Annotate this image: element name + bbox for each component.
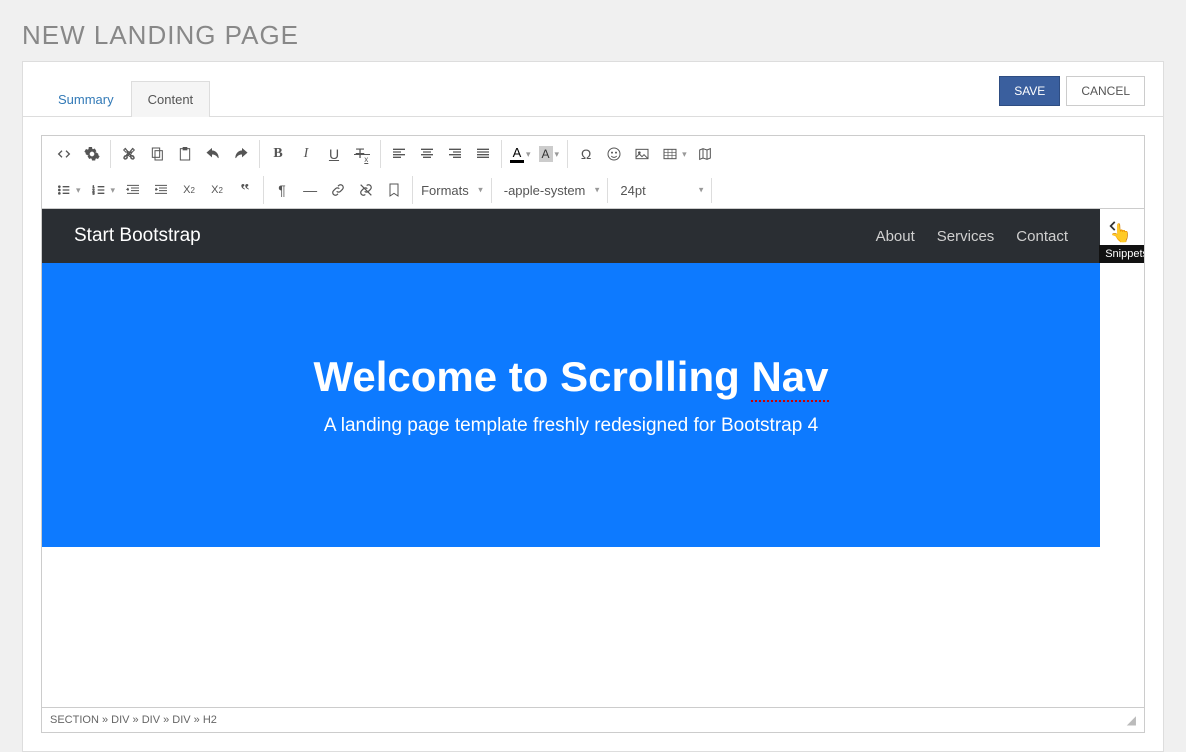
special-char-button[interactable]: Ω [572,140,600,168]
image-button[interactable] [628,140,656,168]
strikethrough-button[interactable]: Tx [348,140,376,168]
underline-button[interactable]: U [320,140,348,168]
bookmark-button[interactable] [380,176,408,204]
action-buttons: SAVE CANCEL [999,76,1145,106]
tabs: Summary Content [41,80,210,116]
element-path-bar: SECTION » DIV » DIV » DIV » H2 ◢ [42,707,1144,732]
align-left-button[interactable] [385,140,413,168]
tab-content[interactable]: Content [131,81,211,117]
paragraph-button[interactable]: ¶ [268,176,296,204]
chevron-left-icon [1106,219,1120,233]
link-button[interactable] [324,176,352,204]
preview-nav-links: About Services Contact [876,228,1068,245]
subscript-button[interactable]: X2 [175,176,203,204]
align-center-button[interactable] [413,140,441,168]
preview-hero-title[interactable]: Welcome to Scrolling Nav [62,353,1080,401]
toolbar: B I U Tx A ▾ A ▾ [42,136,1144,209]
tabs-row: Summary Content SAVE CANCEL [23,62,1163,117]
toolbar-row-1: B I U Tx A ▾ A ▾ [42,136,1144,172]
hr-button[interactable]: — [296,176,324,204]
unlink-button[interactable] [352,176,380,204]
text-color-dropdown[interactable]: ▾ [526,149,531,160]
editor-canvas[interactable]: Start Bootstrap About Services Contact W… [42,209,1100,707]
superscript-button[interactable]: X2 [203,176,231,204]
element-path[interactable]: SECTION » DIV » DIV » DIV » H2 [50,714,217,726]
editor-wrap: B I U Tx A ▾ A ▾ [23,117,1163,751]
bullet-list-button[interactable] [50,176,78,204]
align-right-button[interactable] [441,140,469,168]
preview-brand: Start Bootstrap [74,225,201,247]
preview-nav-services[interactable]: Services [937,228,995,245]
settings-button[interactable] [78,140,106,168]
emoji-button[interactable] [600,140,628,168]
rich-text-editor: B I U Tx A ▾ A ▾ [41,135,1145,733]
outdent-button[interactable] [119,176,147,204]
numbered-list-button[interactable]: 123 [85,176,113,204]
preview-hero-subtitle[interactable]: A landing page template freshly redesign… [62,415,1080,437]
preview-hero: Welcome to Scrolling Nav A landing page … [42,263,1100,547]
indent-button[interactable] [147,176,175,204]
paste-button[interactable] [171,140,199,168]
redo-button[interactable] [227,140,255,168]
blockquote-button[interactable]: ‟ [231,176,259,204]
copy-button[interactable] [143,140,171,168]
snippets-tooltip: Snippets [1099,245,1144,263]
preview-navbar: Start Bootstrap About Services Contact [42,209,1100,263]
table-button[interactable] [656,140,684,168]
svg-text:3: 3 [92,191,95,196]
resize-grip-icon[interactable]: ◢ [1127,713,1136,727]
bg-color-dropdown[interactable]: ▾ [555,149,560,160]
italic-button[interactable]: I [292,140,320,168]
map-button[interactable] [691,140,719,168]
tab-summary[interactable]: Summary [41,81,131,117]
save-button[interactable]: SAVE [999,76,1060,106]
cut-button[interactable] [115,140,143,168]
editor-panel: Summary Content SAVE CANCEL [22,61,1164,752]
align-justify-button[interactable] [469,140,497,168]
preview-nav-about[interactable]: About [876,228,915,245]
page-title: NEW LANDING PAGE [0,0,1186,61]
snippets-button[interactable] [1100,213,1126,239]
cancel-button[interactable]: CANCEL [1066,76,1145,106]
source-code-button[interactable] [50,140,78,168]
formats-select[interactable]: Formats [413,178,492,203]
bold-button[interactable]: B [264,140,292,168]
undo-button[interactable] [199,140,227,168]
toolbar-row-2: ▾ 123 ▾ X2 X2 ‟ ¶ — [42,172,1144,208]
preview-nav-contact[interactable]: Contact [1016,228,1068,245]
font-select[interactable]: -apple-system [496,178,609,203]
content-area: 👆 Snippets Start Bootstrap About Service… [42,209,1144,707]
text-color-button[interactable]: A [506,140,528,168]
fontsize-select[interactable]: 24pt [612,178,712,203]
bg-color-button[interactable]: A [535,140,557,168]
